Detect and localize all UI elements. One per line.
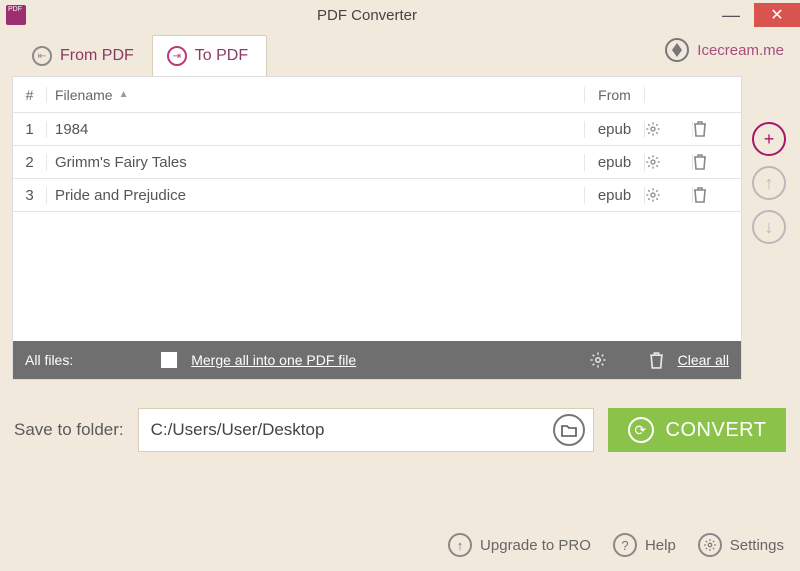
brand-link[interactable]: Icecream.me: [665, 38, 784, 62]
all-files-label: All files:: [25, 352, 73, 368]
trash-icon: [693, 187, 707, 203]
gear-icon: [698, 533, 722, 557]
row-filename: Grimm's Fairy Tales: [47, 154, 585, 171]
upgrade-link[interactable]: ↑ Upgrade to PRO: [448, 533, 591, 557]
col-filename[interactable]: Filename ▲: [47, 87, 585, 103]
close-button[interactable]: ✕: [754, 3, 800, 27]
help-label: Help: [645, 537, 676, 554]
browse-folder-button[interactable]: [553, 414, 585, 446]
merge-link[interactable]: Merge all into one PDF file: [191, 352, 356, 368]
row-from: epub: [585, 187, 645, 204]
row-from: epub: [585, 121, 645, 138]
gear-icon: [645, 154, 661, 170]
trash-icon: [693, 121, 707, 137]
list-footer: All files: Merge all into one PDF file C…: [13, 341, 741, 379]
row-from: epub: [585, 154, 645, 171]
row-filename: Pride and Prejudice: [47, 187, 585, 204]
brand-label: Icecream.me: [697, 42, 784, 59]
help-icon: ?: [613, 533, 637, 557]
table-row[interactable]: 3 Pride and Prejudice epub: [13, 179, 741, 212]
save-path-value: C:/Users/User/Desktop: [151, 420, 325, 440]
help-link[interactable]: ? Help: [613, 533, 676, 557]
table-body: 1 1984 epub 2 Grimm's Fairy Tales epub 3…: [13, 113, 741, 341]
save-path-field[interactable]: C:/Users/User/Desktop: [138, 408, 594, 452]
sort-asc-icon: ▲: [119, 89, 129, 100]
side-controls: + ↑ ↓: [752, 122, 786, 244]
gear-icon: [645, 187, 661, 203]
minimize-button[interactable]: —: [708, 3, 754, 27]
tab-to-pdf[interactable]: ⇥ To PDF: [152, 35, 267, 76]
row-settings-button[interactable]: [645, 187, 693, 203]
gear-icon: [645, 121, 661, 137]
tab-from-pdf[interactable]: ⇤ From PDF: [18, 36, 152, 76]
bottom-links: ↑ Upgrade to PRO ? Help Settings: [448, 533, 784, 557]
table-header: # Filename ▲ From: [13, 77, 741, 113]
save-label: Save to folder:: [14, 420, 124, 440]
save-row: Save to folder: C:/Users/User/Desktop ⟳ …: [0, 380, 800, 452]
col-filename-label: Filename: [55, 87, 113, 103]
row-delete-button[interactable]: [693, 154, 741, 170]
row-index: 3: [13, 187, 47, 204]
move-down-button[interactable]: ↓: [752, 210, 786, 244]
tab-label: To PDF: [195, 47, 248, 65]
folder-icon: [561, 424, 577, 437]
row-settings-button[interactable]: [645, 154, 693, 170]
from-pdf-icon: ⇤: [32, 46, 52, 66]
convert-icon: ⟳: [628, 417, 654, 443]
upgrade-icon: ↑: [448, 533, 472, 557]
to-pdf-icon: ⇥: [167, 46, 187, 66]
all-delete-button[interactable]: [649, 352, 664, 369]
add-file-button[interactable]: +: [752, 122, 786, 156]
all-settings-button[interactable]: [589, 351, 607, 369]
clear-all-link[interactable]: Clear all: [678, 352, 729, 368]
table-row[interactable]: 2 Grimm's Fairy Tales epub: [13, 146, 741, 179]
settings-label: Settings: [730, 537, 784, 554]
window-title: PDF Converter: [26, 7, 708, 24]
merge-checkbox[interactable]: [161, 352, 177, 368]
app-icon: [6, 5, 26, 25]
row-index: 1: [13, 121, 47, 138]
row-settings-button[interactable]: [645, 121, 693, 137]
title-bar: PDF Converter — ✕: [0, 0, 800, 30]
convert-button[interactable]: ⟳ CONVERT: [608, 408, 786, 452]
row-delete-button[interactable]: [693, 121, 741, 137]
icecream-icon: [665, 38, 689, 62]
gear-icon: [589, 351, 607, 369]
row-delete-button[interactable]: [693, 187, 741, 203]
file-list-panel: # Filename ▲ From 1 1984 epub 2 Grimm's …: [12, 76, 742, 380]
col-from[interactable]: From: [585, 87, 645, 103]
trash-icon: [693, 154, 707, 170]
trash-icon: [649, 352, 664, 369]
col-index[interactable]: #: [13, 87, 47, 103]
upgrade-label: Upgrade to PRO: [480, 537, 591, 554]
settings-link[interactable]: Settings: [698, 533, 784, 557]
tab-label: From PDF: [60, 47, 134, 65]
tab-bar: ⇤ From PDF ⇥ To PDF Icecream.me: [0, 30, 800, 76]
row-index: 2: [13, 154, 47, 171]
row-filename: 1984: [47, 121, 585, 138]
convert-label: CONVERT: [666, 419, 767, 442]
table-row[interactable]: 1 1984 epub: [13, 113, 741, 146]
move-up-button[interactable]: ↑: [752, 166, 786, 200]
